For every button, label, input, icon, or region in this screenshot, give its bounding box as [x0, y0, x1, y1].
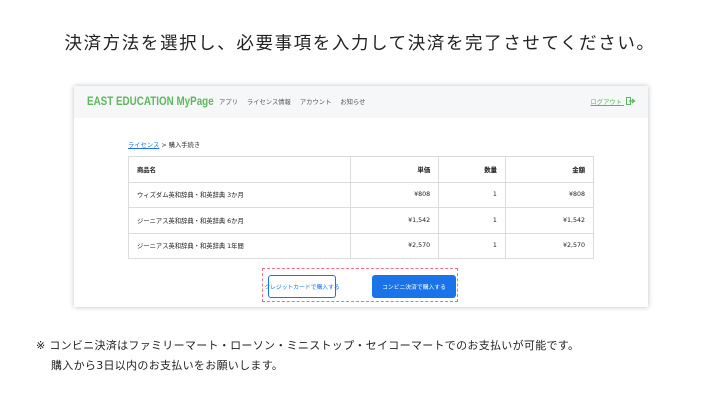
cell-product-name: ジーニアス英和辞典・和英辞典 1年間	[128, 232, 351, 259]
nav-item-license-info[interactable]: ライセンス情報	[247, 99, 291, 106]
mypage-screenshot-frame: EAST EDUCATION MyPage アプリ ライセンス情報 アカウント …	[74, 86, 648, 307]
breadcrumb-separator: >	[159, 142, 169, 149]
header-product-name: 商品名	[128, 156, 351, 183]
table-row: ジーニアス英和辞典・和英辞典 1年間 ¥2,570 1 ¥2,570	[128, 232, 595, 259]
breadcrumb-current: 購入手続き	[168, 142, 201, 149]
table-header-row: 商品名 単価 数量 金額	[128, 156, 595, 183]
cell-amount: ¥2,570	[504, 232, 595, 259]
logout-icon[interactable]	[626, 97, 636, 107]
logout-link[interactable]: ログアウト	[591, 97, 637, 107]
cell-unit-price: ¥808	[349, 181, 440, 208]
cell-quantity: 1	[438, 232, 506, 259]
header-quantity: 数量	[438, 156, 506, 183]
cell-product-name: ジーニアス英和辞典・和英辞典 6か月	[128, 207, 351, 234]
cell-amount: ¥1,542	[504, 207, 595, 234]
cell-unit-price: ¥1,542	[349, 207, 440, 234]
cell-quantity: 1	[438, 207, 506, 234]
payment-note-line1: ※ コンビニ決済はファミリーマート・ローソン・ミニストップ・セイコーマートでのお…	[36, 339, 580, 352]
cell-product-name: ウィズダム英和辞典・和英辞典 3か月	[128, 181, 351, 208]
table-row: ジーニアス英和辞典・和英辞典 6か月 ¥1,542 1 ¥1,542	[128, 207, 595, 234]
header-unit-price: 単価	[349, 156, 440, 183]
nav-item-account[interactable]: アカウント	[300, 99, 331, 106]
cell-quantity: 1	[438, 181, 506, 208]
credit-card-purchase-button[interactable]: クレジットカードで購入する	[264, 275, 340, 298]
convenience-store-purchase-button[interactable]: コンビニ決済で購入する	[372, 275, 456, 298]
nav-item-app[interactable]: アプリ	[219, 99, 238, 106]
breadcrumb-link-license[interactable]: ライセンス	[128, 142, 159, 149]
order-table: 商品名 単価 数量 金額 ウィズダム英和辞典・和英辞典 3か月 ¥808 1 ¥…	[128, 156, 595, 259]
cell-unit-price: ¥2,570	[349, 232, 440, 259]
nav-item-notices[interactable]: お知らせ	[340, 99, 365, 106]
breadcrumb: ライセンス > 購入手続き	[128, 140, 200, 149]
header-amount: 金額	[504, 156, 595, 183]
cell-amount: ¥808	[504, 181, 595, 208]
navbar: EAST EDUCATION MyPage アプリ ライセンス情報 アカウント …	[74, 86, 648, 118]
table-row: ウィズダム英和辞典・和英辞典 3か月 ¥808 1 ¥808	[128, 181, 595, 208]
nav-menu: アプリ ライセンス情報 アカウント お知らせ	[219, 97, 372, 106]
brand-logo[interactable]: EAST EDUCATION MyPage	[87, 94, 214, 108]
logout-label[interactable]: ログアウト	[591, 99, 622, 106]
payment-note-line2: 購入から3日以内のお支払いをお願いします。	[51, 359, 284, 372]
page-headline: 決済方法を選択し、必要事項を入力して決済を完了させてください。	[64, 34, 656, 54]
